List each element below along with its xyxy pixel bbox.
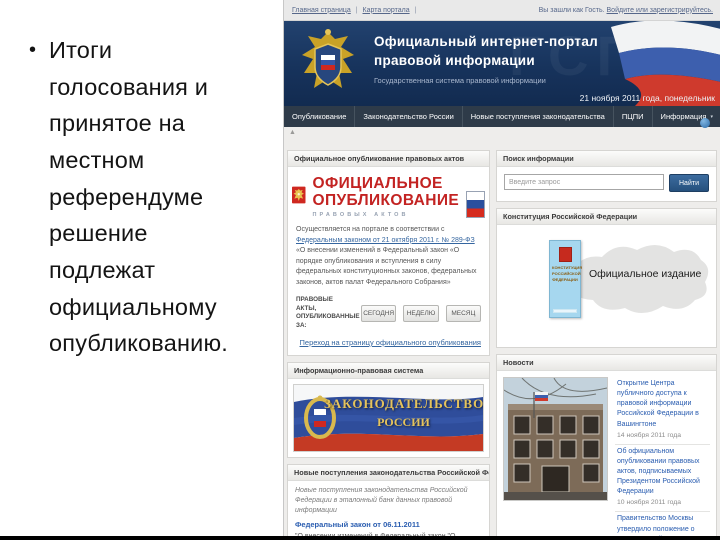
news-item: Открытие Центра публичного доступа к пра… bbox=[615, 377, 710, 445]
new-laws-subtitle: Новые поступления законодательства Росси… bbox=[295, 487, 468, 515]
login-link[interactable]: Войдите или зарегистрируйтесь. bbox=[607, 7, 713, 14]
news-box: Новости Открытие Центра публичного досту… bbox=[496, 354, 717, 537]
portal-content: ▲ Официальное опубликование правовых акт… bbox=[284, 118, 720, 537]
home-link[interactable]: Главная страница bbox=[292, 7, 351, 14]
news-content: Открытие Центра публичного доступа к пра… bbox=[497, 371, 716, 537]
section-header-official-publication: Официальное опубликование правовых актов bbox=[288, 151, 489, 167]
fso-emblem-icon bbox=[302, 29, 354, 88]
federal-law-date-link[interactable]: Федеральный закон от 06.11.2011 bbox=[295, 520, 482, 529]
nav-item-legislation[interactable]: Законодательство России bbox=[355, 106, 463, 127]
portal-header: ГСПИ Официальный интернет-портал правово… bbox=[284, 21, 720, 106]
portal-subtitle: Государственная система правовой информа… bbox=[374, 75, 546, 85]
chevron-down-icon: ▾ bbox=[710, 113, 713, 120]
period-today-button[interactable]: СЕГОДНЯ bbox=[361, 304, 397, 322]
new-laws-body: Новые поступления законодательства Росси… bbox=[288, 481, 489, 537]
section-header-constitution: Конституция Российской Федерации bbox=[497, 209, 716, 225]
building-photo bbox=[503, 377, 608, 501]
description-rest: «О внесении изменений в Федеральный зако… bbox=[296, 247, 477, 286]
nav-label: Опубликование bbox=[292, 112, 347, 121]
period-month-button[interactable]: МЕСЯЦ bbox=[445, 304, 481, 322]
russian-flag-small-icon bbox=[466, 191, 485, 218]
nav-label: Информация bbox=[660, 112, 707, 121]
slide-bottom-border bbox=[0, 536, 720, 540]
nav-item-pcpi[interactable]: ПЦПИ bbox=[614, 106, 653, 127]
nav-label: ПЦПИ bbox=[621, 112, 644, 121]
portal-date: 21 ноября 2011 года, понедельник bbox=[579, 93, 715, 103]
nav-label: Новые поступления законодательства bbox=[470, 112, 605, 121]
russia-map-icon bbox=[567, 244, 709, 314]
official-edition-caption: Официальное издание bbox=[589, 268, 702, 280]
constitution-content: КОНСТИТУЦИЯ РОССИЙСКОЙ ФЕДЕРАЦИИ Официал… bbox=[497, 225, 716, 347]
section-header-news: Новости bbox=[497, 355, 716, 371]
visitor-status: Вы зашли как Гость. bbox=[538, 6, 605, 14]
nav-item-new-laws[interactable]: Новые поступления законодательства bbox=[463, 106, 614, 127]
separator: | bbox=[355, 6, 358, 14]
period-week-button[interactable]: НЕДЕЛЮ bbox=[403, 304, 439, 322]
banner-text: ЗАКОНОДАТЕЛЬСТВО РОССИИ bbox=[324, 396, 483, 430]
news-item: Об официальном опубликовании правовых ак… bbox=[615, 445, 710, 513]
portal-nav: Опубликование Законодательство России Но… bbox=[284, 106, 720, 127]
legislation-russia-banner[interactable]: ЗАКОНОДАТЕЛЬСТВО РОССИИ bbox=[293, 384, 484, 452]
section-header-search: Поиск информации bbox=[497, 151, 716, 167]
book-coat-of-arms-icon bbox=[558, 247, 572, 262]
search-box: Поиск информации Найти bbox=[496, 150, 717, 202]
banner-subtitle: ПРАВОВЫХ АКТОВ bbox=[312, 211, 409, 218]
portal-title-block: Официальный интернет-портал правовой инф… bbox=[374, 33, 598, 85]
news-title-link[interactable]: Открытие Центра публичного доступа к пра… bbox=[617, 379, 708, 430]
scroll-top-icon[interactable]: ▲ bbox=[289, 129, 296, 136]
news-date: 10 ноября 2011 года bbox=[617, 499, 682, 507]
official-publication-box: Официальное опубликование правовых актов… bbox=[287, 150, 490, 356]
constitution-box: Конституция Российской Федерации КОНСТИТ… bbox=[496, 208, 717, 348]
coat-of-arms-icon bbox=[292, 186, 306, 204]
separator: | bbox=[414, 6, 417, 14]
nav-item-publication[interactable]: Опубликование bbox=[284, 106, 356, 127]
news-title-link[interactable]: Об официальном опубликовании правовых ак… bbox=[617, 447, 708, 498]
slide-bullet-block: • Итоги голосования и принятое на местно… bbox=[18, 32, 274, 362]
news-date: 14 ноября 2011 года bbox=[617, 431, 682, 439]
book-pages bbox=[553, 309, 577, 313]
book-title: КОНСТИТУЦИЯ РОССИЙСКОЙ ФЕДЕРАЦИИ bbox=[552, 265, 583, 282]
content-left-column: Официальное опубликование правовых актов… bbox=[287, 150, 490, 537]
search-row: Найти bbox=[497, 167, 716, 201]
portal-topbar: Главная страница | Карта портала | Вы за… bbox=[284, 0, 720, 21]
news-item: Правительство Москвы утвердило положение… bbox=[615, 512, 710, 537]
slide-canvas: { "chars": { "separator": "|", "caret": … bbox=[0, 0, 720, 540]
banner-text-block: ОФИЦИАЛЬНОЕ ОПУБЛИКОВАНИЕ ПРАВОВЫХ АКТОВ bbox=[313, 175, 460, 218]
new-laws-box: Новые поступления законодательства Росси… bbox=[287, 464, 490, 537]
section-header-new-laws: Новые поступления законодательства Росси… bbox=[288, 465, 489, 481]
banner-line1: ЗАКОНОДАТЕЛЬСТВО bbox=[324, 396, 484, 411]
section-header-legal-system: Информационно-правовая система bbox=[288, 363, 489, 379]
portal-title-line2: правовой информации bbox=[374, 52, 536, 68]
official-publication-banner[interactable]: ОФИЦИАЛЬНОЕ ОПУБЛИКОВАНИЕ ПРАВОВЫХ АКТОВ bbox=[288, 167, 489, 221]
topbar-left: Главная страница | Карта портала | bbox=[292, 7, 419, 14]
news-list: Открытие Центра публичного доступа к пра… bbox=[615, 377, 710, 537]
sitemap-link[interactable]: Карта портала bbox=[363, 7, 410, 14]
legal-system-box: Информационно-правовая система ЗАКОНОДАТ… bbox=[287, 362, 490, 458]
constitution-book-cover[interactable]: КОНСТИТУЦИЯ РОССИЙСКОЙ ФЕДЕРАЦИИ bbox=[549, 240, 583, 318]
bullet-marker: • bbox=[29, 39, 37, 61]
topbar-right: Вы зашли как Гость. Войдите или зарегист… bbox=[539, 7, 713, 14]
banner-title: ОФИЦИАЛЬНОЕ ОПУБЛИКОВАНИЕ bbox=[312, 175, 460, 210]
portal-screenshot: Главная страница | Карта портала | Вы за… bbox=[283, 0, 720, 537]
slide-text: Итоги голосования и принятое на местном … bbox=[49, 37, 229, 357]
search-input[interactable] bbox=[504, 174, 664, 190]
published-acts-row: ПРАВОВЫЕ АКТЫ, ОПУБЛИКОВАННЫЕ ЗА: СЕГОДН… bbox=[288, 290, 489, 333]
nav-label: Законодательство России bbox=[363, 112, 454, 121]
federal-law-link[interactable]: Федеральным законом от 21 октября 2011 г… bbox=[296, 237, 475, 244]
goto-publication-page-link[interactable]: Переход на страницу официального опублик… bbox=[288, 333, 489, 355]
search-button[interactable]: Найти bbox=[669, 174, 709, 192]
acts-label: ПРАВОВЫЕ АКТЫ, ОПУБЛИКОВАННЫЕ ЗА: bbox=[296, 296, 360, 329]
info-icon[interactable] bbox=[700, 118, 710, 128]
content-right-column: Поиск информации Найти Конституция Росси… bbox=[496, 150, 717, 537]
publication-description: Осуществляется на портале в соответствии… bbox=[288, 221, 489, 290]
news-title-link[interactable]: Правительство Москвы утвердило положение… bbox=[617, 514, 708, 537]
portal-title-line1: Официальный интернет-портал bbox=[374, 34, 599, 49]
banner-line2: РОССИИ bbox=[377, 415, 430, 429]
description-text: Осуществляется на портале в соответствии… bbox=[296, 226, 445, 233]
